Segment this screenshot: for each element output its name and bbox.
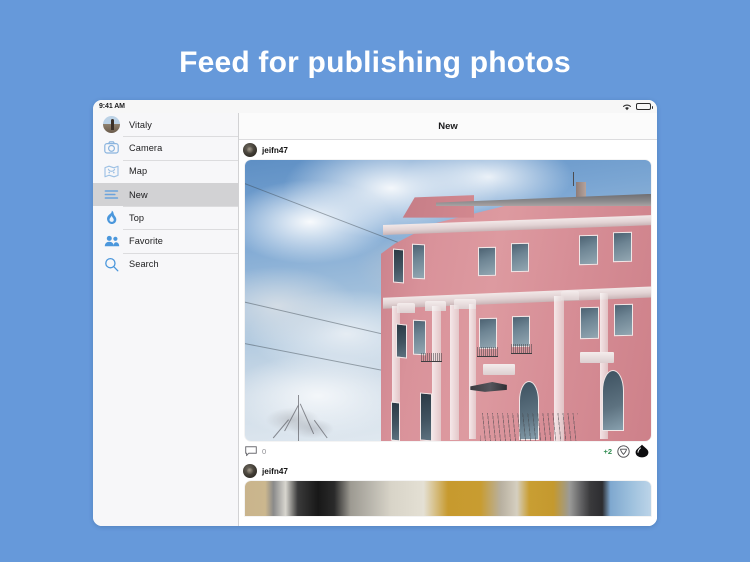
window [579, 307, 599, 340]
window [413, 319, 427, 355]
sidebar-item-label: Map [129, 166, 148, 177]
people-icon [102, 232, 121, 251]
window [578, 234, 598, 265]
pilaster [469, 304, 477, 440]
sidebar-item-vitaly[interactable]: Vitaly [93, 113, 238, 136]
photo-content [245, 481, 651, 516]
window [478, 246, 496, 276]
camera-icon [102, 138, 121, 157]
facade-panel [482, 364, 516, 376]
window [613, 304, 633, 337]
comment-bubble-icon[interactable] [245, 445, 257, 457]
sidebar: Vitaly Camera Map New Top Favorite Searc… [93, 113, 239, 526]
window [512, 315, 530, 347]
post-action-bar: 0 +2 [239, 441, 657, 461]
avatar[interactable] [243, 464, 257, 478]
window [612, 231, 632, 262]
sidebar-item-camera[interactable]: Camera [93, 136, 238, 159]
sidebar-item-label: Camera [129, 142, 163, 153]
comment-count: 0 [262, 446, 267, 456]
comment-action[interactable]: 0 [245, 445, 267, 457]
sidebar-item-favorite[interactable]: Favorite [93, 229, 238, 252]
bare-tree [257, 384, 347, 441]
post-username[interactable]: jeifn47 [262, 467, 288, 476]
upvote-filled-icon[interactable] [635, 444, 649, 458]
navigation-bar: New [239, 113, 657, 140]
post-photo[interactable] [245, 160, 651, 441]
list-lines-icon [102, 185, 121, 204]
status-bar: 9:41 AM [93, 100, 657, 113]
vote-actions: +2 [603, 444, 649, 458]
window [412, 243, 426, 280]
sidebar-item-label: Vitaly [129, 119, 152, 130]
window [391, 401, 401, 441]
flame-icon [102, 208, 121, 227]
sidebar-item-label: New [129, 189, 148, 200]
page-title: Feed for publishing photos [179, 46, 571, 79]
avatar-icon [102, 115, 121, 134]
post-header[interactable]: jeifn47 [239, 140, 657, 160]
feed-post: jeifn47 [239, 461, 657, 516]
downvote-circle-icon[interactable] [617, 444, 630, 458]
arched-window [602, 369, 625, 432]
search-icon [102, 255, 121, 274]
sidebar-item-search[interactable]: Search [93, 252, 238, 276]
window [419, 392, 432, 441]
window [392, 248, 404, 283]
battery-icon [636, 103, 653, 110]
antenna [573, 172, 574, 187]
post-username[interactable]: jeifn47 [262, 146, 288, 155]
post-header[interactable]: jeifn47 [239, 461, 657, 481]
window [511, 242, 530, 273]
map-icon [102, 162, 121, 181]
content-area: New jeifn47 0 +2 jeifn47 [239, 113, 657, 526]
scaffolding [480, 412, 578, 441]
pilaster [449, 304, 460, 440]
app-body: Vitaly Camera Map New Top Favorite Searc… [93, 113, 657, 526]
feed-post: jeifn47 [239, 140, 657, 461]
feed-scroll-area[interactable]: jeifn47 0 +2 jeifn47 [239, 140, 657, 526]
sidebar-item-top[interactable]: Top [93, 206, 238, 229]
post-photo[interactable] [245, 481, 651, 516]
tablet-device-frame: 9:41 AM Vitaly Camera Map New Top Favori… [93, 100, 657, 526]
wifi-icon [622, 104, 632, 110]
status-bar-indicators [622, 103, 653, 111]
sidebar-item-label: Search [129, 259, 159, 270]
status-bar-time: 9:41 AM [99, 103, 125, 110]
facade-panel [579, 352, 614, 364]
pilaster [431, 306, 442, 441]
balcony [421, 352, 442, 363]
sidebar-item-label: Top [129, 212, 145, 223]
navbar-title: New [438, 120, 458, 132]
avatar[interactable] [243, 143, 257, 157]
balcony [477, 347, 499, 357]
window [396, 322, 407, 358]
vote-delta: +2 [603, 446, 612, 456]
sidebar-item-label: Favorite [129, 236, 163, 247]
sidebar-item-map[interactable]: Map [93, 159, 238, 183]
balcony [510, 344, 532, 354]
window [478, 318, 497, 350]
sidebar-item-new[interactable]: New [93, 182, 238, 207]
